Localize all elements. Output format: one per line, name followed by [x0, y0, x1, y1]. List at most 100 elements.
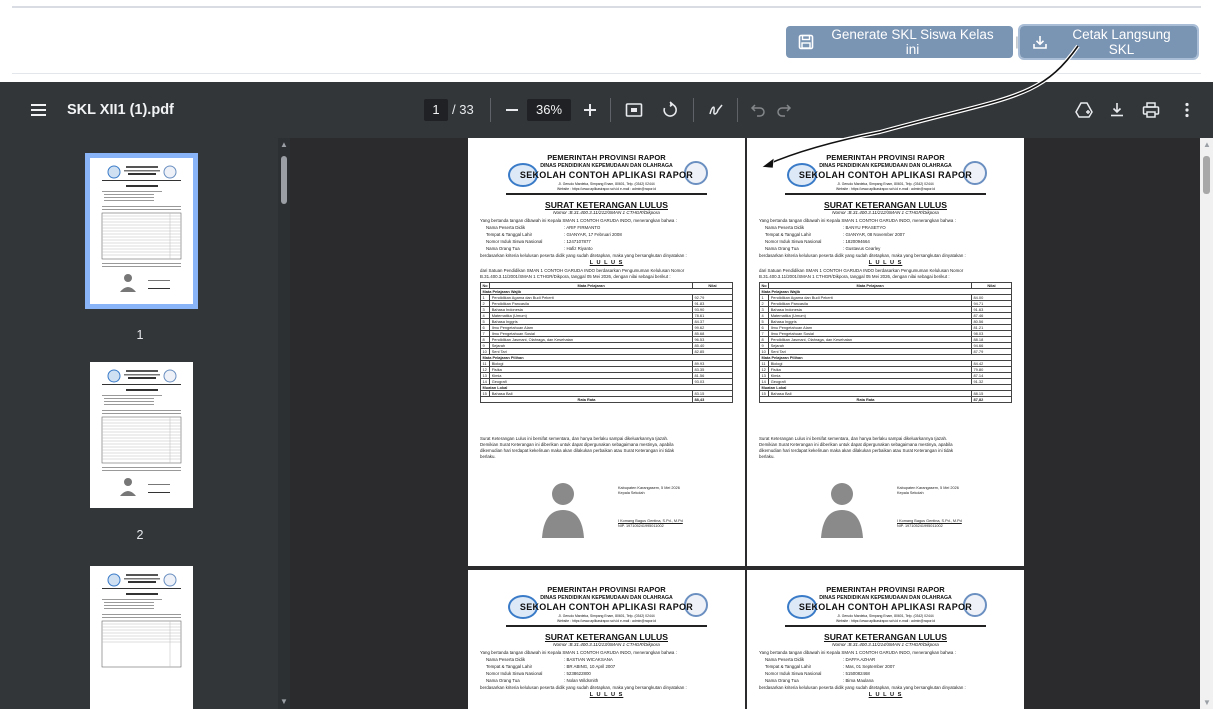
sign-role: Kepala Sekolah [897, 491, 924, 495]
header-line-2: DINAS PENDIDIKAN KEPEMUDAAN DAN OLAHRAGA [540, 163, 673, 169]
sidebar-scroll-thumb[interactable] [281, 156, 287, 204]
page-number-input[interactable]: 1 [424, 99, 448, 121]
thumbnail-preview [101, 165, 182, 292]
lulus-label: L U L U S [868, 692, 903, 698]
header-line-3: SEKOLAH CONTOH APLIKASI RAPOR [798, 170, 973, 180]
header-line-3: SEKOLAH CONTOH APLIKASI RAPOR [798, 602, 973, 612]
field-label: Tempat & Tanggal Lahir [486, 664, 533, 669]
file-name: SKL XII1 (1).pdf [67, 102, 174, 118]
document-title: SURAT KETERANGAN LULUS [823, 200, 947, 210]
field-label: Nama Peserta Didik [765, 657, 805, 662]
document-title: SURAT KETERANGAN LULUS [544, 200, 668, 210]
pdf-page: PEMERINTAH PROVINSI RAPOR DINAS PENDIDIK… [747, 138, 1024, 566]
field-value: : 1820094664 [843, 239, 870, 244]
generate-skl-button[interactable]: Generate SKL Siswa Kelas ini [786, 26, 1013, 58]
closing-text: dikemudian hari terdapat kekeliruan maka… [480, 448, 675, 453]
divider [737, 98, 738, 122]
pdf-page: PEMERINTAH PROVINSI RAPOR DINAS PENDIDIK… [747, 570, 1024, 709]
intro-text: Yang bertanda tangan dibawah ini Kepala … [480, 218, 677, 223]
body-text: B.31.400.3.11/2001/SMAN 1 CTHGR/Dikpora,… [759, 274, 950, 279]
header-line-5: Website : https://www.aplikasirapor.sch.… [835, 619, 936, 623]
field-label: Nomor Induk Siswa Nasional [486, 671, 543, 676]
drive-icon[interactable] [1072, 98, 1096, 122]
closing-text: Surat Keterangan Lulus ini bersifat seme… [759, 436, 948, 441]
app-toolbar: Generate SKL Siswa Kelas ini | Cetak Lan… [0, 0, 1213, 82]
field-label: Tempat & Tanggal Lahir [486, 232, 533, 237]
field-value: : Hafiz Riyanto [564, 246, 593, 251]
undo-icon[interactable] [746, 98, 770, 122]
field-value: : GIANYAR, 08 November 2007 [843, 232, 905, 237]
document-title: SURAT KETERANGAN LULUS [823, 632, 947, 642]
criteria-text: berdasarkan kriteria kelulusan peserta d… [759, 685, 966, 690]
closing-text: berlaku. [759, 454, 775, 459]
field-value: : DAFFA AZHAR [843, 657, 876, 662]
field-value: : Bima Maulana [843, 678, 874, 683]
print-icon[interactable] [1139, 98, 1163, 122]
zoom-out-icon[interactable] [500, 98, 524, 122]
field-value: : BR ABING, 10 April 2007 [564, 664, 616, 669]
header-rule [785, 625, 986, 627]
intro-text: Yang bertanda tangan dibawah ini Kepala … [759, 218, 956, 223]
divider [693, 98, 694, 122]
generate-skl-label: Generate SKL Siswa Kelas ini [831, 27, 994, 57]
field-label: Nama Peserta Didik [486, 657, 526, 662]
download-icon[interactable] [1105, 98, 1129, 122]
header-line-4: Jl. Gerudo Mardeka, Simpang Enam, 80601,… [558, 614, 655, 618]
header-rule [506, 625, 707, 627]
field-label: Nama Peserta Didik [486, 225, 526, 230]
divider [610, 98, 611, 122]
criteria-text: berdasarkan kriteria kelulusan peserta d… [480, 685, 687, 690]
grades-table: No Mata Pelajaran Nilai Mata Pelajaran Waj… [479, 282, 733, 403]
header-rule [785, 193, 986, 195]
body-text: B.31.400.3.11/2001/SMAN 1 CTHGR/Dikpora,… [480, 274, 671, 279]
intro-text: Yang bertanda tangan dibawah ini Kepala … [480, 650, 677, 655]
header-line-2: DINAS PENDIDIKAN KEPEMUDAAN DAN OLAHRAGA [819, 595, 952, 601]
document-number: Nomor :B.31.400.3.11/212/SMAN 1 CTHGR/Di… [832, 210, 939, 215]
scroll-up-arrow[interactable]: ▲ [1202, 141, 1212, 149]
lulus-label: L U L U S [589, 692, 624, 698]
header-line-1: PEMERINTAH PROVINSI RAPOR [826, 585, 945, 594]
intro-text: Yang bertanda tangan dibawah ini Kepala … [759, 650, 956, 655]
student-photo-placeholder [821, 483, 863, 538]
pdf-page: PEMERINTAH PROVINSI RAPOR DINAS PENDIDIK… [468, 570, 745, 709]
field-label: Nomor Induk Siswa Nasional [765, 239, 822, 244]
main-scroll-thumb[interactable] [1203, 156, 1210, 194]
criteria-text: berdasarkan kriteria kelulusan peserta d… [759, 253, 966, 258]
header-line-1: PEMERINTAH PROVINSI RAPOR [547, 153, 666, 162]
header-line-5: Website : https://www.aplikasirapor.sch.… [556, 619, 657, 623]
field-label: Nomor Induk Siswa Nasional [486, 239, 543, 244]
annotate-icon[interactable] [705, 98, 729, 122]
field-value: : Mas, 01 September 2007 [843, 664, 895, 669]
thumbnail-preview [101, 573, 182, 668]
body-text: dari Satuan Pendidikan SMAN 1 CONTOH GAR… [480, 268, 685, 273]
redo-icon[interactable] [772, 98, 796, 122]
zoom-input[interactable]: 36% [527, 99, 571, 121]
header-line-4: Jl. Gerudo Mardeka, Simpang Enam, 80601,… [837, 614, 934, 618]
rotate-icon[interactable] [658, 98, 682, 122]
field-value: : BASTIAN WICAKSANA [564, 657, 613, 662]
lulus-label: L U L U S [868, 260, 903, 266]
main-scrollbar[interactable] [1200, 138, 1213, 709]
scroll-up-arrow[interactable]: ▲ [279, 141, 289, 149]
menu-icon[interactable] [30, 100, 48, 120]
scroll-down-arrow[interactable]: ▼ [1202, 699, 1212, 707]
header-line-5: Website : https://www.aplikasirapor.sch.… [556, 187, 657, 191]
field-value: : ARIF FIRMANTO [564, 225, 601, 230]
thumbnail-page-3[interactable] [90, 566, 193, 709]
fit-page-icon[interactable] [622, 98, 646, 122]
thumbnail-page-1[interactable] [85, 153, 198, 309]
document-number: Nomor :B.31.400.3.11/214/SMAN 1 CTHGR/Di… [832, 642, 939, 647]
document-number: Nomor :B.31.400.3.11/213/SMAN 1 CTHGR/Di… [553, 642, 660, 647]
closing-text: dikemudian hari terdapat kekeliruan maka… [759, 448, 954, 453]
field-label: Nomor Induk Siswa Nasional [765, 671, 822, 676]
field-label: Tempat & Tanggal Lahir [765, 664, 812, 669]
thumbnail-page-2[interactable] [90, 362, 193, 508]
more-options-icon[interactable] [1175, 98, 1199, 122]
print-skl-button[interactable]: Cetak Langsung SKL [1018, 24, 1199, 60]
field-label: Nama Orang Tua [765, 678, 799, 683]
scroll-down-arrow[interactable]: ▼ [279, 698, 289, 706]
sidebar-scrollbar[interactable] [278, 138, 290, 709]
zoom-in-icon[interactable] [578, 98, 602, 122]
header-line-4: Jl. Gerudo Mardeka, Simpang Enam, 80601,… [837, 182, 934, 186]
sign-nip: NIP. 197105241995011002 [897, 524, 943, 528]
